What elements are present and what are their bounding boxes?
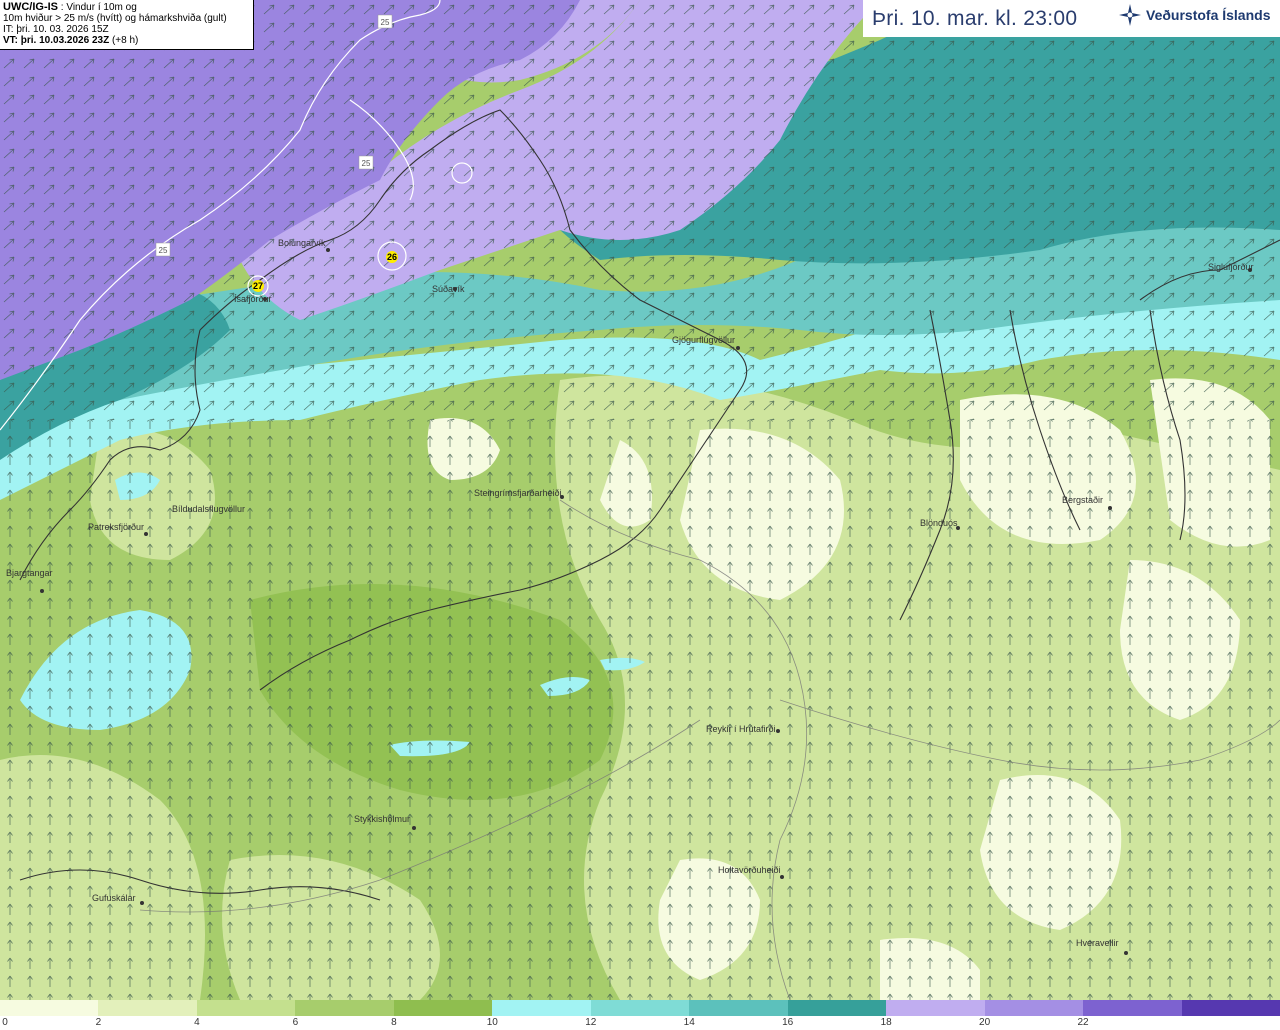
color-legend: 0 2 4 6 8 10 12 14 16 18 20 22 (0, 1000, 1280, 1030)
max-gust-marker: 27 (252, 280, 264, 292)
legend-label: 4 (194, 1017, 200, 1028)
legend-label: 10 (486, 1017, 498, 1028)
info-line-1: UWC/IG-IS : Vindur í 10m og (3, 1, 250, 14)
place-label: Bíldudalsflugvöllur (172, 504, 245, 514)
legend-swatch (98, 1000, 197, 1016)
wind-arrows (0, 0, 1280, 420)
isoline-label: 25 (358, 155, 374, 170)
svg-text:27: 27 (253, 281, 263, 291)
svg-text:25: 25 (381, 18, 390, 27)
legend-label: 20 (979, 1017, 991, 1028)
place-label: Bergstaðir (1062, 495, 1103, 505)
place-label: Reykir í Hrútafirði (706, 724, 776, 734)
legend-label: 0 (2, 1017, 8, 1028)
place-label: Stykkishólmur (354, 814, 410, 824)
legend-label: 6 (292, 1017, 299, 1028)
legend-swatch (295, 1000, 394, 1016)
legend-swatch (984, 1000, 1084, 1016)
max-gust-marker: 26 (386, 251, 398, 263)
place-label: Siglufjörður (1208, 262, 1254, 272)
legend-swatch (1083, 1000, 1182, 1016)
legend-swatch (196, 1000, 296, 1016)
legend-swatch (1181, 1000, 1280, 1016)
isoline-label: 25 (377, 14, 393, 29)
info-line-1-rest: : Vindur í 10m og (58, 2, 137, 13)
model-name: UWC/IG-IS (3, 1, 58, 13)
initial-time: IT: þri. 10. 03. 2026 15Z (3, 24, 109, 35)
vedurstofa-logo: Veðurstofa Íslands (1118, 3, 1270, 27)
legend-label: 16 (782, 1017, 794, 1028)
legend-swatch (492, 1000, 591, 1016)
legend-swatch (590, 1000, 690, 1016)
legend-label: 8 (391, 1017, 397, 1028)
logo-text: Veðurstofa Íslands (1146, 7, 1271, 23)
info-line-2: 10m hviður > 25 m/s (hvítt) og hámarkshv… (3, 13, 227, 24)
valid-time: VT: þri. 10.03.2026 23Z (+8 h) (3, 35, 250, 46)
forecast-info-box: UWC/IG-IS : Vindur í 10m og 10m hviður >… (0, 0, 254, 50)
place-label: Gufuskálar (92, 893, 136, 903)
svg-text:25: 25 (159, 246, 168, 255)
place-label: Bjargtangar (6, 568, 53, 578)
title-box: Þri. 10. mar. kl. 23:00 Veðurstofa Íslan… (863, 0, 1280, 37)
legend-label: 18 (880, 1017, 892, 1028)
place-label: Gjögurflugvöllur (672, 335, 735, 345)
place-label: Súðavík (432, 284, 465, 294)
place-label: Bolungarvík (278, 238, 326, 248)
legend-label: 12 (585, 1017, 597, 1028)
legend-swatch (393, 1000, 493, 1016)
legend-label: 2 (95, 1017, 102, 1028)
legend-swatch (689, 1000, 788, 1016)
valid-time-bold: VT: þri. 10.03.2026 23Z (3, 35, 110, 46)
legend-swatch (787, 1000, 887, 1016)
isoline-label: 25 (155, 242, 171, 257)
wind-map: 25 25 25 27 26 Bolungarvík Ísafjörður Sú… (0, 0, 1280, 1000)
place-label: Blönduós (920, 518, 958, 528)
svg-text:26: 26 (387, 252, 397, 262)
place-label: Steingrímsfjarðarheiði (474, 488, 562, 498)
legend-swatch (0, 1000, 99, 1016)
svg-text:25: 25 (362, 159, 371, 168)
vedurstofa-logo-icon (1119, 4, 1141, 26)
place-label: Hveravellir (1076, 938, 1119, 948)
place-label: Patreksfjörður (88, 522, 144, 532)
legend-swatch (886, 1000, 985, 1016)
forecast-date: Þri. 10. mar. kl. 23:00 (872, 6, 1078, 30)
place-label: Holtavörðuheiði (718, 865, 781, 875)
legend-bar (0, 1000, 1280, 1016)
legend-label: 14 (683, 1017, 695, 1028)
legend-label: 22 (1077, 1017, 1089, 1028)
valid-time-offset: (+8 h) (109, 35, 139, 46)
